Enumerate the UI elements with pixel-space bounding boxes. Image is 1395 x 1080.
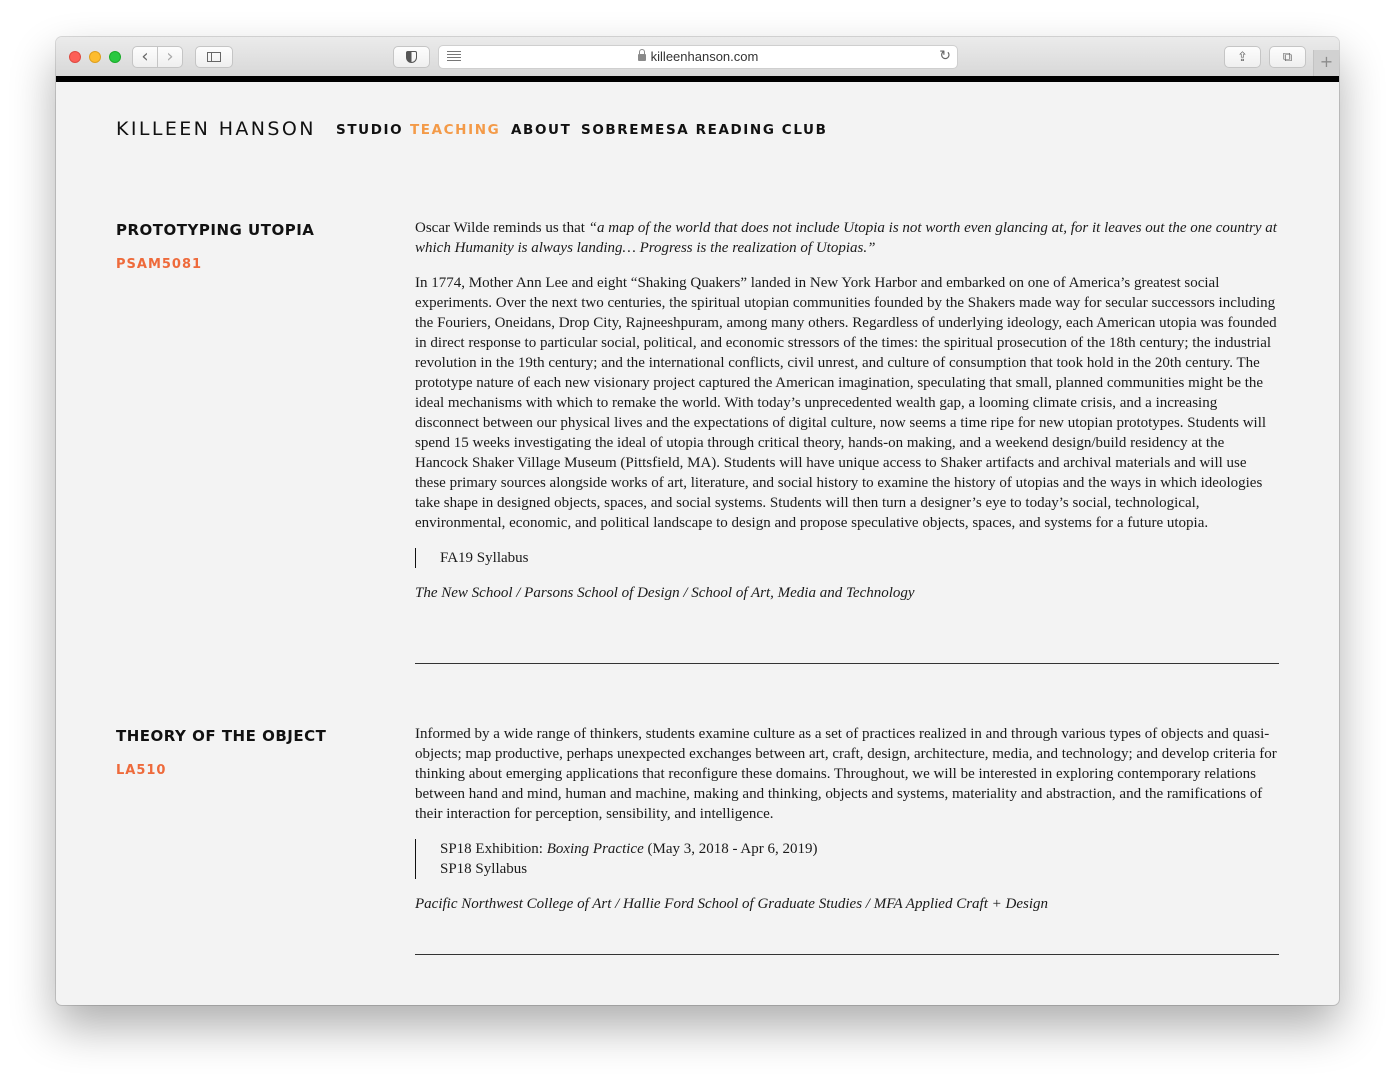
tabs-icon: ⧉	[1282, 49, 1293, 65]
course-institution: The New School / Parsons School of Desig…	[415, 585, 915, 601]
course-description: Informed by a wide range of thinkers, st…	[415, 724, 1279, 929]
tabs-overview-button[interactable]: ⧉	[1269, 46, 1306, 68]
course-text: Informed by a wide range of thinkers, st…	[415, 726, 1277, 822]
course-quote: Oscar Wilde reminds us that “a map of th…	[415, 220, 1277, 256]
course-links: FA19 Syllabus	[415, 548, 1279, 568]
privacy-report-button[interactable]	[393, 46, 430, 68]
share-button[interactable]: ⇪	[1224, 46, 1261, 68]
share-icon: ⇪	[1237, 49, 1248, 65]
section-divider	[415, 954, 1279, 955]
forward-icon: ›	[166, 46, 174, 67]
back-button[interactable]: ‹	[132, 46, 158, 68]
site-top-bar	[56, 76, 1339, 82]
course-text: In 1774, Mother Ann Lee and eight “Shaki…	[415, 275, 1277, 531]
nav-teaching[interactable]: TEACHING	[410, 122, 500, 138]
nav-about[interactable]: ABOUT	[511, 122, 571, 138]
nav-sobremesa-reading-club[interactable]: SOBREMESA READING CLUB	[581, 122, 828, 138]
reload-icon[interactable]: ↻	[939, 48, 951, 64]
syllabus-link[interactable]: FA19 Syllabus	[440, 548, 1279, 568]
new-tab-button[interactable]: +	[1313, 50, 1339, 76]
lock-icon	[637, 49, 646, 61]
nav-studio[interactable]: STUDIO	[336, 122, 403, 138]
course-description: Oscar Wilde reminds us that “a map of th…	[415, 218, 1279, 618]
course-title: PROTOTYPING UTOPIA	[116, 221, 315, 239]
zoom-icon[interactable]	[109, 51, 121, 63]
sidebar-icon	[207, 52, 221, 62]
course-code: LA510	[116, 763, 167, 778]
address-bar[interactable]: killeenhanson.com ↻	[438, 45, 958, 69]
privacy-icon	[406, 51, 417, 63]
browser-window: ‹ › killeenhanson.com ↻ ⇪ ⧉ + KILLEEN HA…	[56, 37, 1339, 1005]
close-icon[interactable]	[69, 51, 81, 63]
course-links: SP18 Exhibition: Boxing Practice (May 3,…	[415, 839, 1279, 879]
course-code: PSAM5081	[116, 257, 203, 272]
course-title: THEORY OF THE OBJECT	[116, 727, 327, 745]
minimize-icon[interactable]	[89, 51, 101, 63]
course-institution: Pacific Northwest College of Art / Halli…	[415, 896, 1049, 912]
site-logo[interactable]: KILLEEN HANSON	[116, 118, 316, 140]
sidebar-button[interactable]	[195, 46, 233, 68]
forward-button[interactable]: ›	[157, 46, 183, 68]
url-text: killeenhanson.com	[650, 49, 759, 64]
section-divider	[415, 663, 1279, 664]
browser-toolbar: ‹ › killeenhanson.com ↻ ⇪ ⧉ +	[56, 37, 1339, 77]
back-icon: ‹	[141, 46, 149, 67]
syllabus-link[interactable]: SP18 Syllabus	[440, 859, 1279, 879]
exhibition-link[interactable]: SP18 Exhibition: Boxing Practice (May 3,…	[440, 839, 1279, 859]
new-tab-icon: +	[1319, 52, 1334, 71]
